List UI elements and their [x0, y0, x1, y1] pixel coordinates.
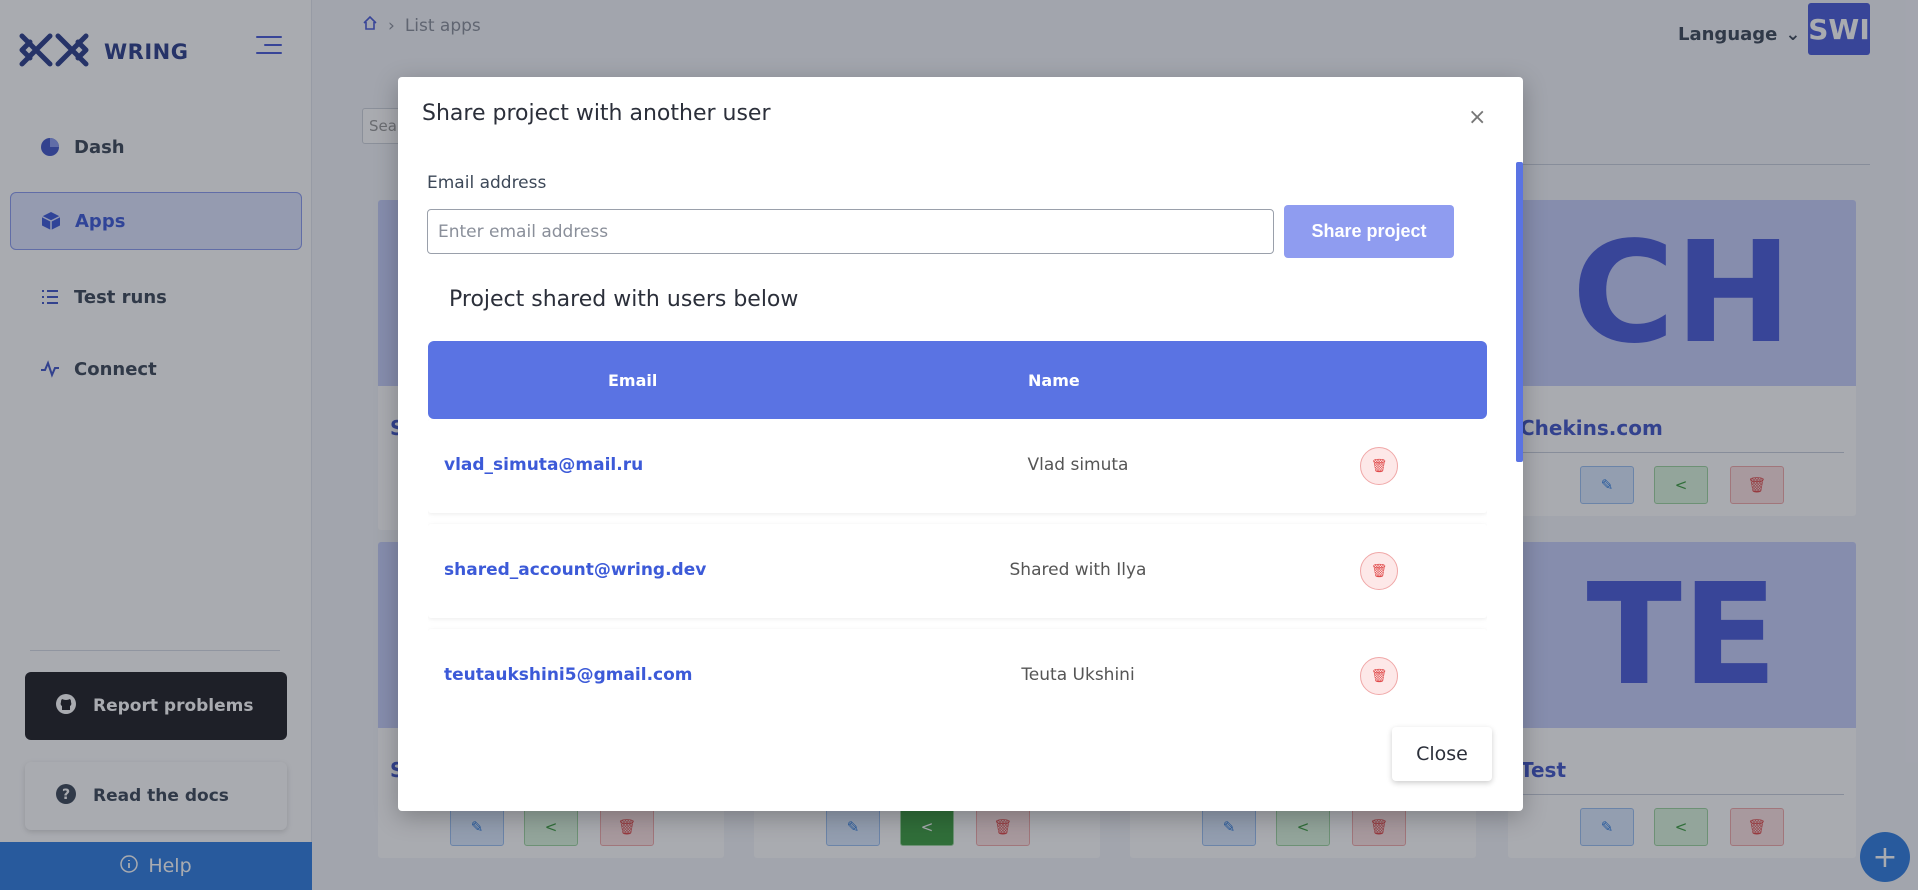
- row-name: Shared with Ilya: [1009, 560, 1147, 580]
- email-field[interactable]: [427, 209, 1274, 254]
- shared-users-heading: Project shared with users below: [449, 287, 799, 312]
- table-row: shared_account@wring.dev Shared with Ily…: [428, 524, 1487, 618]
- shared-users-table-header: Email Name: [428, 341, 1487, 419]
- trash-icon: 🗑: [1370, 668, 1388, 684]
- share-project-modal: Share project with another user × Email …: [398, 77, 1523, 811]
- modal-scrollbar-thumb[interactable]: [1516, 162, 1523, 462]
- row-email: vlad_simuta@mail.ru: [444, 455, 644, 475]
- row-name: Teuta Ukshini: [1021, 665, 1135, 685]
- close-button[interactable]: Close: [1392, 727, 1492, 781]
- row-name: Vlad simuta: [1027, 455, 1129, 475]
- email-field-label: Email address: [427, 173, 547, 193]
- close-icon[interactable]: ×: [1468, 105, 1486, 130]
- remove-user-button[interactable]: 🗑: [1360, 657, 1398, 695]
- table-row: teutaukshini5@gmail.com Teuta Ukshini 🗑: [428, 629, 1487, 696]
- share-project-button[interactable]: Share project: [1284, 205, 1454, 258]
- column-header-email: Email: [608, 371, 658, 390]
- trash-icon: 🗑: [1370, 458, 1388, 474]
- row-email: shared_account@wring.dev: [444, 560, 707, 580]
- modal-title: Share project with another user: [422, 101, 771, 126]
- column-header-name: Name: [1028, 371, 1080, 390]
- remove-user-button[interactable]: 🗑: [1360, 552, 1398, 590]
- table-row: vlad_simuta@mail.ru Vlad simuta 🗑: [428, 419, 1487, 513]
- trash-icon: 🗑: [1370, 563, 1388, 579]
- row-email: teutaukshini5@gmail.com: [444, 665, 693, 685]
- remove-user-button[interactable]: 🗑: [1360, 447, 1398, 485]
- shared-users-list[interactable]: vlad_simuta@mail.ru Vlad simuta 🗑 shared…: [428, 419, 1487, 696]
